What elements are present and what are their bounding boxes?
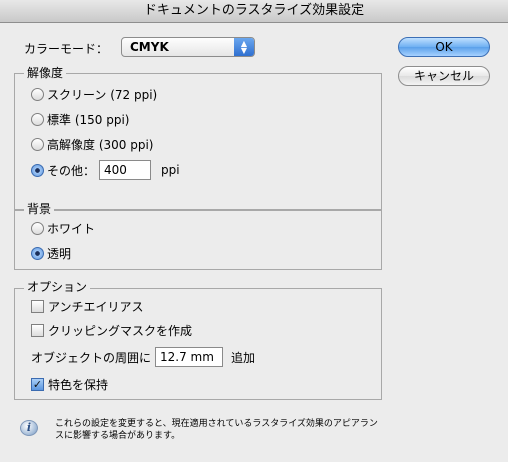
resolution-group-title: 解像度 [24, 66, 67, 80]
resolution-other-input[interactable] [99, 160, 152, 180]
radio-screen-label: スクリーン (72 ppi) [47, 88, 158, 102]
around-object-suffix: 追加 [231, 350, 256, 365]
radio-standard[interactable]: 標準 (150 ppi) [31, 111, 129, 128]
preserve-spot-checkbox[interactable]: ✓ 特色を保持 [31, 376, 108, 393]
options-group-title: オプション [24, 280, 91, 294]
radio-button-icon [31, 138, 44, 151]
radio-high-label: 高解像度 (300 ppi) [47, 138, 154, 152]
radio-other-row: その他： ppi [31, 160, 180, 180]
radio-standard-label: 標準 (150 ppi) [47, 113, 130, 127]
info-text-line2: スに影響する場合があります。 [55, 431, 181, 441]
checkbox-icon [31, 324, 44, 337]
clipping-mask-label: クリッピングマスクを作成 [48, 324, 193, 338]
radio-button-selected-icon[interactable] [31, 163, 44, 177]
rasterize-settings-dialog: カラーモード： CMYK ▲ ▼ OK キャンセル 解像度 スクリーン (72 p… [0, 23, 508, 462]
around-object-label: オブジェクトの周囲に [31, 350, 152, 365]
radio-transparent[interactable]: 透明 [31, 245, 71, 262]
info-icon: i [20, 420, 38, 436]
antialias-checkbox[interactable]: アンチエイリアス [31, 298, 144, 315]
preserve-spot-label: 特色を保持 [48, 378, 109, 392]
ppi-unit-label: ppi [161, 163, 180, 177]
info-text-line1: これらの設定を変更すると、現在適用されているラスタライズ効果のアピアラン [55, 419, 378, 429]
radio-button-icon [31, 222, 44, 235]
color-mode-popup[interactable]: CMYK ▲ ▼ [121, 37, 255, 57]
clipping-mask-checkbox[interactable]: クリッピングマスクを作成 [31, 322, 192, 339]
around-object-input[interactable] [155, 347, 224, 367]
radio-other-label[interactable]: その他： [47, 162, 95, 179]
ok-button[interactable]: OK [398, 37, 490, 57]
color-mode-label: カラーモード： [24, 42, 109, 56]
radio-button-icon [31, 113, 44, 126]
background-group-title: 背景 [24, 202, 55, 216]
checkmark-icon: ✓ [31, 378, 44, 391]
color-mode-value: CMYK [130, 40, 169, 54]
popup-arrows-icon: ▲ ▼ [234, 38, 254, 56]
cancel-button[interactable]: キャンセル [398, 66, 490, 86]
radio-high[interactable]: 高解像度 (300 ppi) [31, 136, 153, 153]
radio-white[interactable]: ホワイト [31, 220, 95, 237]
radio-white-label: ホワイト [47, 222, 96, 236]
radio-transparent-label: 透明 [47, 247, 72, 261]
radio-button-icon [31, 88, 44, 101]
checkbox-icon [31, 300, 44, 313]
antialias-label: アンチエイリアス [48, 300, 144, 314]
around-object-row: オブジェクトの周囲に 追加 [31, 347, 255, 367]
radio-screen[interactable]: スクリーン (72 ppi) [31, 86, 157, 103]
radio-button-selected-icon [31, 247, 44, 260]
info-text: これらの設定を変更すると、現在適用されているラスタライズ効果のアピアラン スに影… [55, 418, 385, 442]
window-title: ドキュメントのラスタライズ効果設定 [0, 0, 508, 23]
